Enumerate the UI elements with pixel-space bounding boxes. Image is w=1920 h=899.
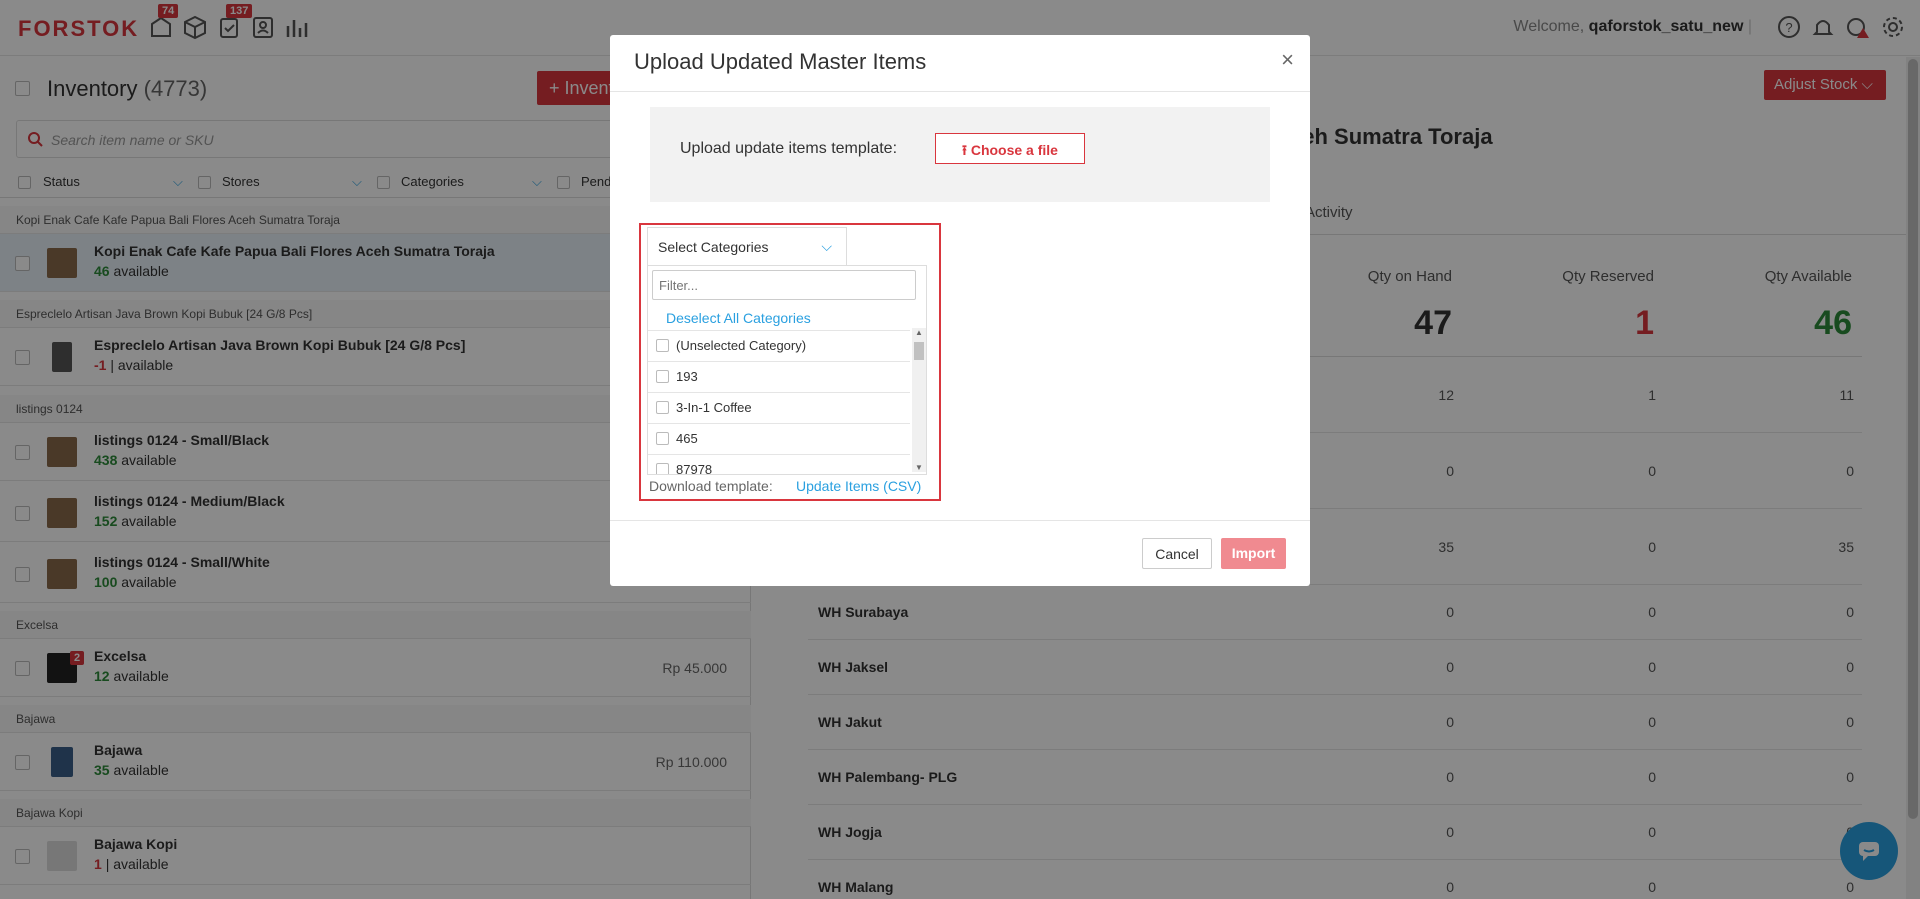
download-template-label: Download template:	[649, 478, 773, 494]
category-label: 465	[676, 431, 698, 446]
category-option[interactable]: 193	[648, 361, 910, 392]
categories-dropdown-menu: Deselect All Categories (Unselected Cate…	[647, 265, 927, 475]
deselect-all-categories-link[interactable]: Deselect All Categories	[666, 310, 811, 326]
dropdown-scrollbar[interactable]: ▲ ▼	[912, 328, 926, 472]
category-checkbox[interactable]	[656, 463, 669, 474]
modal-footer-divider	[610, 520, 1310, 521]
category-option[interactable]: 87978	[648, 454, 910, 474]
select-categories-dropdown[interactable]: Select Categories ⌵	[647, 227, 847, 265]
import-button[interactable]: Import	[1221, 538, 1286, 569]
update-items-csv-link[interactable]: Update Items (CSV)	[796, 478, 921, 494]
choose-file-label: Choose a file	[970, 142, 1058, 158]
close-icon[interactable]: ×	[1281, 47, 1294, 73]
scroll-down-icon[interactable]: ▼	[915, 463, 923, 472]
category-checkbox[interactable]	[656, 401, 669, 414]
category-option[interactable]: (Unselected Category)	[648, 330, 910, 361]
category-checkbox[interactable]	[656, 370, 669, 383]
cancel-button[interactable]: Cancel	[1142, 538, 1212, 569]
modal-title: Upload Updated Master Items	[634, 49, 927, 74]
upload-icon: ⭱	[962, 142, 967, 158]
category-option[interactable]: 3-In-1 Coffee	[648, 392, 910, 423]
scroll-up-icon[interactable]: ▲	[915, 328, 923, 337]
category-label: 87978	[676, 462, 713, 474]
upload-label: Upload update items template:	[680, 140, 898, 157]
chevron-down-icon: ⌵	[821, 238, 832, 254]
category-checkbox[interactable]	[656, 339, 669, 352]
category-filter-input[interactable]	[652, 270, 916, 300]
modal-header-divider	[610, 91, 1310, 92]
category-label: 3-In-1 Coffee	[676, 400, 752, 415]
upload-section: Upload update items template: ⭱ Choose a…	[650, 107, 1270, 202]
choose-file-button[interactable]: ⭱ Choose a file	[935, 133, 1085, 164]
category-checkbox[interactable]	[656, 432, 669, 445]
category-selector-highlight: Select Categories ⌵ Deselect All Categor…	[639, 223, 941, 501]
category-label: (Unselected Category)	[676, 338, 807, 353]
category-option[interactable]: 465	[648, 423, 910, 454]
dropdown-scrollbar-thumb[interactable]	[914, 342, 924, 360]
select-categories-label: Select Categories	[658, 239, 769, 255]
upload-master-items-modal: Upload Updated Master Items × Upload upd…	[610, 35, 1310, 586]
category-label: 193	[676, 369, 698, 384]
